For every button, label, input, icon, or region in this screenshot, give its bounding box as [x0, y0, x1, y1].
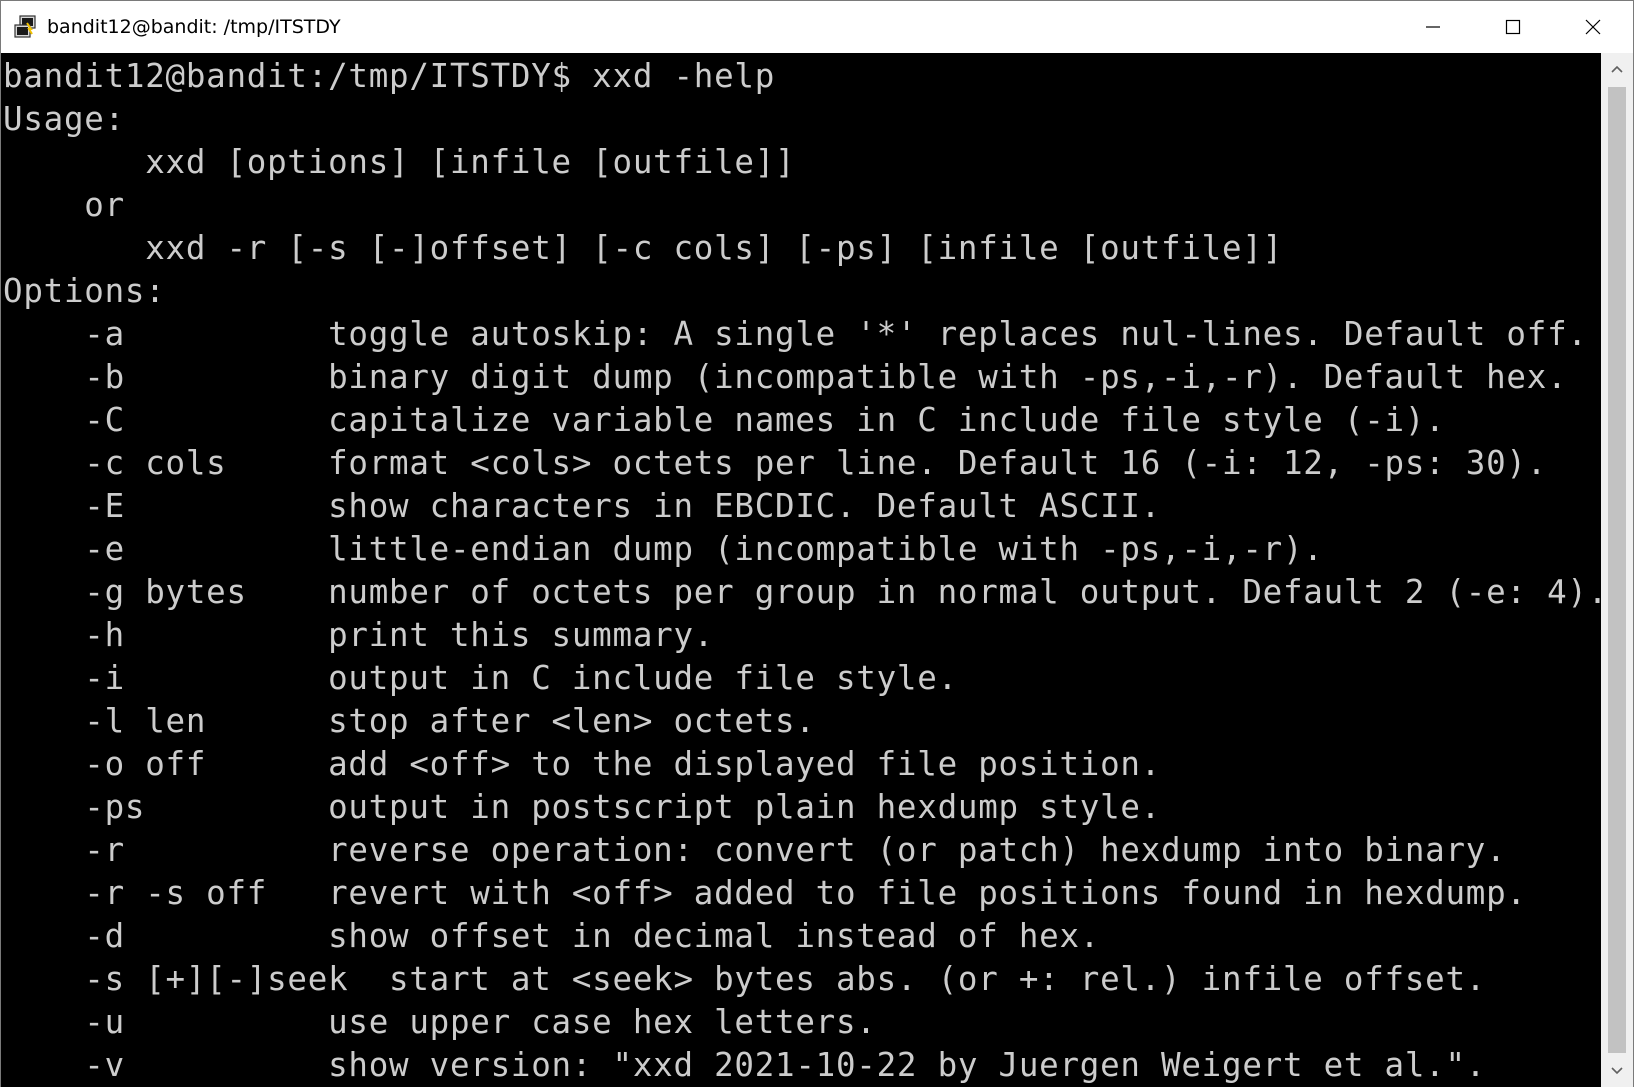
terminal-line: Usage:	[3, 100, 125, 138]
terminal-line: xxd [options] [infile [outfile]]	[3, 143, 796, 181]
terminal-line: -l len stop after <len> octets.	[3, 702, 816, 740]
chevron-down-icon	[1611, 1067, 1623, 1075]
terminal-line: -r reverse operation: convert (or patch)…	[3, 831, 1507, 869]
maximize-button[interactable]	[1473, 1, 1553, 53]
terminal-line: -a toggle autoskip: A single '*' replace…	[3, 315, 1588, 353]
terminal-line: -s [+][-]seek start at <seek> bytes abs.…	[3, 960, 1487, 998]
terminal-line: -r -s off revert with <off> added to fil…	[3, 874, 1527, 912]
minimize-button[interactable]	[1393, 1, 1473, 53]
scroll-down-button[interactable]	[1601, 1055, 1633, 1087]
terminal-line: -v show version: "xxd 2021-10-22 by Juer…	[3, 1046, 1487, 1084]
terminal-line: -e little-endian dump (incompatible with…	[3, 530, 1324, 568]
putty-terminal-icon[interactable]	[13, 14, 39, 40]
terminal-line: bandit12@bandit:/tmp/ITSTDY$ xxd -help	[3, 57, 776, 95]
terminal-text: bandit12@bandit:/tmp/ITSTDY$ xxd -help Us…	[3, 55, 1602, 1087]
close-button[interactable]	[1553, 1, 1633, 53]
maximize-icon	[1505, 19, 1521, 35]
terminal-line: -i output in C include file style.	[3, 659, 958, 697]
terminal-line: -c cols format <cols> octets per line. D…	[3, 444, 1548, 482]
vertical-scrollbar[interactable]	[1601, 53, 1633, 1087]
terminal-line: -b binary digit dump (incompatible with …	[3, 358, 1568, 396]
terminal-line: -C capitalize variable names in C includ…	[3, 401, 1446, 439]
terminal-output[interactable]: bandit12@bandit:/tmp/ITSTDY$ xxd -help Us…	[1, 53, 1602, 1087]
terminal-line: -o off add <off> to the displayed file p…	[3, 745, 1162, 783]
terminal-line: -d show offset in decimal instead of hex…	[3, 917, 1101, 955]
terminal-line: -E show characters in EBCDIC. Default AS…	[3, 487, 1162, 525]
terminal-line: -g bytes number of octets per group in n…	[3, 573, 1602, 611]
terminal-line: Options:	[3, 272, 166, 310]
close-icon	[1585, 19, 1601, 35]
terminal-line: -u use upper case hex letters.	[3, 1003, 877, 1041]
chevron-up-icon	[1611, 65, 1623, 73]
title-bar[interactable]: bandit12@bandit: /tmp/ITSTDY	[1, 1, 1633, 53]
scrollbar-thumb[interactable]	[1608, 87, 1626, 1053]
window-controls	[1393, 1, 1633, 53]
window-title: bandit12@bandit: /tmp/ITSTDY	[47, 16, 341, 38]
terminal-line: -h print this summary.	[3, 616, 715, 654]
terminal-line: or	[3, 186, 125, 224]
terminal-window: bandit12@bandit: /tmp/ITSTDY bandit12@ba…	[0, 0, 1634, 1087]
scroll-up-button[interactable]	[1601, 53, 1633, 85]
terminal-line: xxd -r [-s [-]offset] [-c cols] [-ps] [i…	[3, 229, 1283, 267]
terminal-line: -ps output in postscript plain hexdump s…	[3, 788, 1162, 826]
minimize-icon	[1426, 26, 1440, 28]
